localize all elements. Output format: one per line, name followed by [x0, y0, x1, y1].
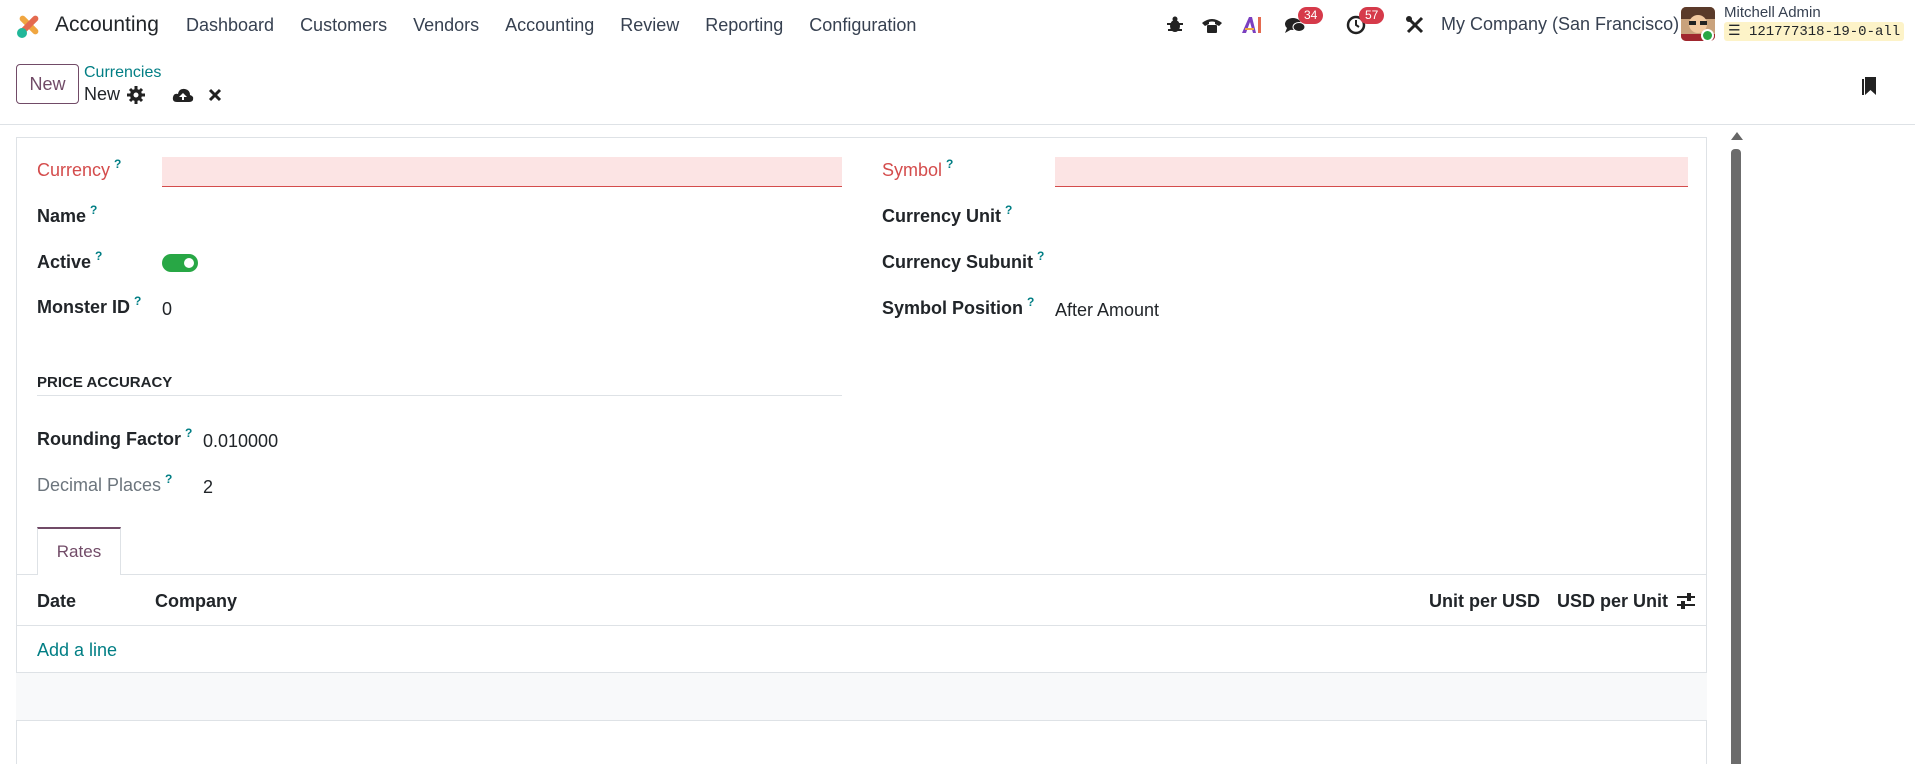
symbol-position-label: Symbol Position? [882, 295, 1034, 319]
monster-id-label-text: Monster ID [37, 297, 131, 317]
column-company[interactable]: Company [155, 591, 237, 612]
help-tooltip-icon[interactable]: ? [90, 203, 97, 217]
company-switcher[interactable]: My Company (San Francisco) [1441, 14, 1679, 35]
rounding-factor-label: Rounding Factor? [37, 426, 192, 450]
user-name[interactable]: Mitchell Admin [1724, 4, 1821, 21]
database-tag: ☰ 121777318-19-0-all [1724, 22, 1905, 41]
main-menu: Dashboard Customers Vendors Accounting R… [186, 0, 942, 50]
price-accuracy-title: PRICE ACCURACY [37, 374, 173, 391]
save-cloud-icon[interactable] [172, 86, 194, 104]
currency-unit-label: Currency Unit? [882, 203, 1012, 227]
help-tooltip-icon[interactable]: ? [1037, 249, 1044, 263]
online-status-icon [1701, 29, 1714, 42]
symbol-position-select[interactable]: After Amount [1055, 300, 1159, 321]
help-tooltip-icon[interactable]: ? [134, 294, 141, 308]
column-usd-per-unit[interactable]: USD per Unit [1557, 591, 1668, 612]
add-a-line-link[interactable]: Add a line [37, 640, 117, 661]
messages-badge: 34 [1298, 7, 1324, 24]
currency-input[interactable] [162, 157, 842, 187]
help-tooltip-icon[interactable]: ? [1027, 295, 1034, 309]
activities-badge: 57 [1359, 7, 1385, 24]
app-name[interactable]: Accounting [55, 13, 159, 37]
breadcrumb-currencies[interactable]: Currencies [84, 64, 161, 82]
currency-label-text: Currency [37, 160, 111, 180]
active-label: Active? [37, 249, 102, 273]
table-row-divider [16, 720, 1707, 721]
rounding-factor-label-text: Rounding Factor [37, 429, 181, 449]
app-logo-icon[interactable] [14, 12, 42, 38]
monster-id-value[interactable]: 0 [162, 299, 172, 320]
currency-unit-label-text: Currency Unit [882, 206, 1002, 226]
table-header-divider [16, 625, 1707, 626]
symbol-position-label-text: Symbol Position [882, 298, 1024, 318]
menu-vendors[interactable]: Vendors [413, 15, 479, 36]
gear-icon[interactable] [127, 86, 145, 104]
menu-configuration[interactable]: Configuration [809, 15, 916, 36]
name-label-text: Name [37, 206, 87, 226]
decimal-places-value: 2 [203, 477, 214, 497]
top-navbar: Accounting Dashboard Customers Vendors A… [0, 0, 1915, 50]
menu-reporting[interactable]: Reporting [705, 15, 783, 36]
tab-rates[interactable]: Rates [37, 527, 121, 575]
menu-review[interactable]: Review [620, 15, 679, 36]
decimal-places-label: Decimal Places? [37, 472, 172, 496]
help-tooltip-icon[interactable]: ? [185, 426, 192, 440]
decimal-places-label-text: Decimal Places [37, 475, 162, 495]
active-toggle[interactable] [162, 254, 198, 272]
optional-columns-icon[interactable] [1676, 592, 1696, 610]
rounding-factor-value[interactable]: 0.010000 [203, 431, 278, 452]
phone-icon[interactable] [1200, 0, 1224, 50]
symbol-label: Symbol? [882, 157, 953, 181]
currency-subunit-label-text: Currency Subunit [882, 252, 1034, 272]
tab-divider [16, 574, 1707, 575]
currency-subunit-label: Currency Subunit? [882, 249, 1044, 273]
monster-id-label: Monster ID? [37, 294, 141, 318]
currency-label: Currency? [37, 157, 121, 181]
help-tooltip-icon[interactable]: ? [1005, 203, 1012, 217]
breadcrumb-current: New [84, 84, 121, 104]
menu-accounting[interactable]: Accounting [505, 15, 594, 36]
database-icon: ☰ [1728, 24, 1749, 40]
discard-close-icon[interactable] [208, 86, 222, 104]
bookmark-icon[interactable] [1862, 75, 1878, 97]
help-tooltip-icon[interactable]: ? [165, 472, 172, 486]
scroll-up-arrow-icon[interactable] [1731, 132, 1743, 140]
new-button[interactable]: New [16, 64, 79, 104]
help-tooltip-icon[interactable]: ? [946, 157, 953, 171]
scrollbar-thumb[interactable] [1731, 149, 1741, 764]
active-label-text: Active [37, 252, 92, 272]
help-tooltip-icon[interactable]: ? [95, 249, 102, 263]
debug-icon[interactable] [1165, 0, 1185, 50]
help-tooltip-icon[interactable]: ? [114, 157, 121, 171]
column-date[interactable]: Date [37, 591, 76, 612]
menu-dashboard[interactable]: Dashboard [186, 15, 274, 36]
section-divider [37, 395, 842, 396]
control-panel: New Currencies New [0, 50, 1915, 125]
symbol-input[interactable] [1055, 157, 1688, 187]
database-name: 121777318-19-0-all [1748, 24, 1901, 40]
ai-icon[interactable] [1240, 0, 1266, 50]
settings-tools-icon[interactable] [1404, 0, 1426, 50]
name-label: Name? [37, 203, 97, 227]
table-row [16, 673, 1707, 720]
menu-customers[interactable]: Customers [300, 15, 387, 36]
symbol-label-text: Symbol [882, 160, 943, 180]
column-unit-per-usd[interactable]: Unit per USD [1429, 591, 1540, 612]
